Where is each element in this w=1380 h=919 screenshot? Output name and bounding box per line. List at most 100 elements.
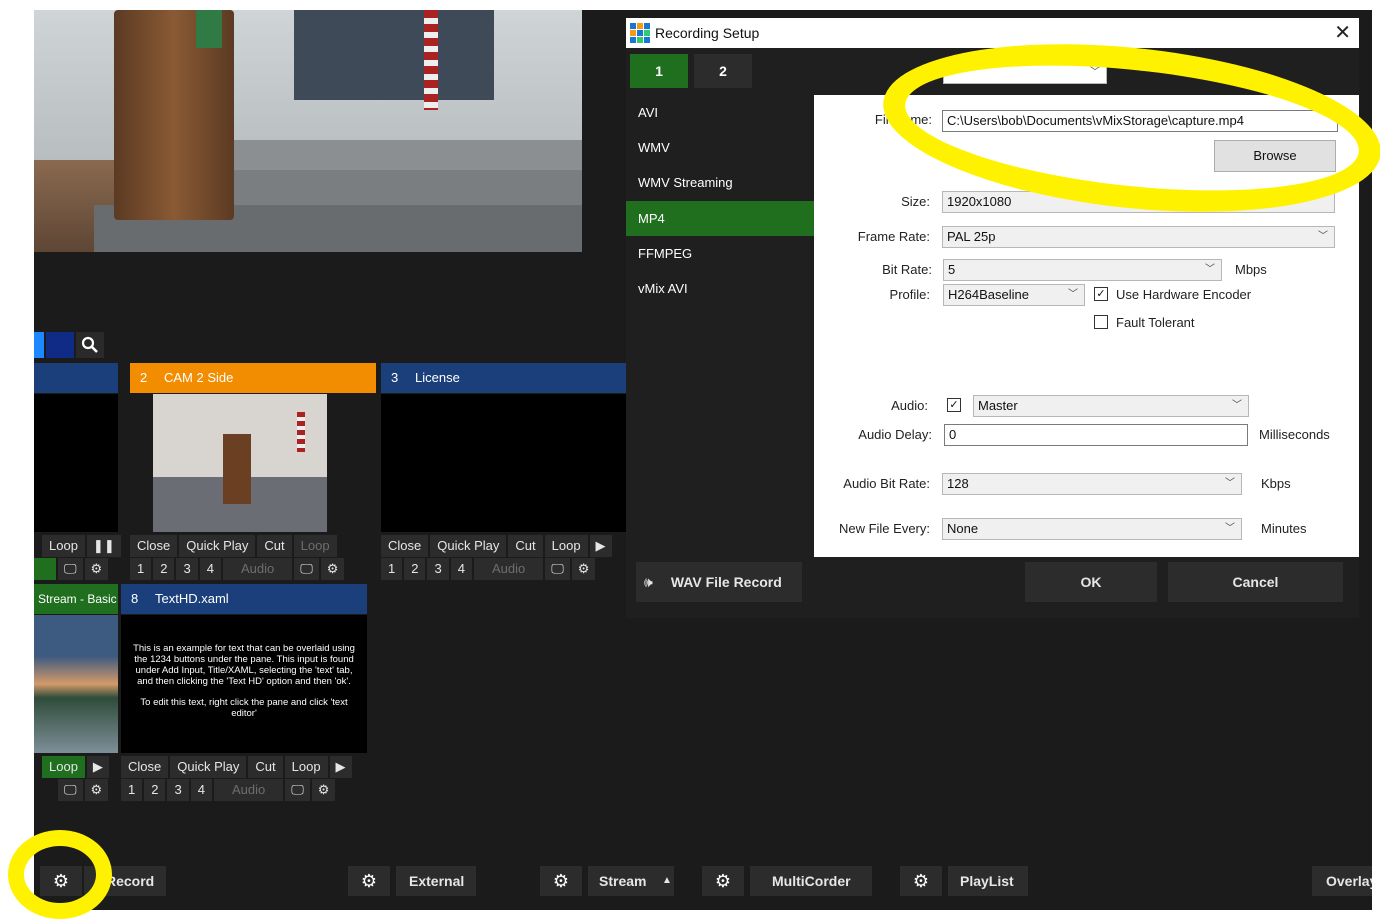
gear-icon[interactable]: ⚙	[311, 779, 336, 801]
active-indicator[interactable]	[34, 558, 56, 580]
fault-tolerant-checkbox[interactable]	[1094, 315, 1108, 329]
thumb-flag	[297, 412, 305, 452]
input-header-cam2[interactable]: 2 CAM 2 Side	[130, 363, 376, 393]
audio-bit-rate-dropdown[interactable]: 128 ﹀	[942, 473, 1242, 495]
overlay-4-button[interactable]: 4	[190, 779, 212, 801]
format-wmv-streaming[interactable]: WMV Streaming	[626, 165, 814, 200]
overlay-4-button[interactable]: 4	[450, 558, 472, 580]
multicorder-button[interactable]: MultiCorder	[750, 866, 872, 896]
stream-dropdown-icon[interactable]: ▲	[660, 866, 674, 896]
external-button[interactable]: External	[396, 866, 476, 896]
loop-button[interactable]: Loop	[544, 535, 588, 557]
quick-play-button[interactable]: Quick Play	[430, 535, 507, 557]
input-header-texthd[interactable]: 8 TextHD.xaml	[121, 584, 367, 614]
gear-icon[interactable]: ⚙	[84, 558, 109, 580]
vmix-app-icon	[630, 23, 650, 43]
input-header-stream[interactable]: Stream - Basic	[34, 584, 118, 614]
multicorder-settings-gear-icon[interactable]: ⚙	[702, 866, 744, 896]
loop-button[interactable]: Loop	[42, 756, 85, 778]
loop-button[interactable]: Loop	[293, 535, 337, 557]
overlay-2-button[interactable]: 2	[153, 558, 175, 580]
close-button[interactable]: Close	[381, 535, 429, 557]
monitor-icon[interactable]: 🖵	[58, 779, 83, 801]
input-thumbnail-texthd[interactable]: This is an example for text that can be …	[121, 615, 367, 753]
format-avi[interactable]: AVI	[626, 95, 814, 130]
pause-button[interactable]: ❚❚	[86, 535, 121, 557]
search-button[interactable]	[76, 332, 104, 358]
playlist-settings-gear-icon[interactable]: ⚙	[900, 866, 942, 896]
loop-button[interactable]: Loop	[284, 756, 328, 778]
format-mp4[interactable]: MP4	[626, 201, 814, 236]
loop-button[interactable]: Loop	[42, 535, 85, 557]
overlay-text-line1: This is an example for text that can be …	[133, 643, 355, 687]
overlay-button[interactable]: Overlay	[1312, 866, 1372, 896]
tab-recording-1[interactable]: 1	[630, 54, 688, 88]
close-icon[interactable]: ✕	[1334, 18, 1351, 48]
dialog-titlebar[interactable]: Recording Setup ✕	[626, 18, 1359, 48]
frame-rate-value: PAL 25p	[947, 229, 996, 244]
preview-output[interactable]	[34, 10, 582, 252]
format-wmv[interactable]: WMV	[626, 130, 814, 165]
overlay-1-button[interactable]: 1	[121, 779, 143, 801]
audio-delay-input[interactable]: 0	[944, 424, 1248, 446]
color-button[interactable]	[34, 332, 44, 358]
input-header[interactable]	[34, 363, 118, 393]
overlay-1-button[interactable]: 1	[381, 558, 403, 580]
audio-button[interactable]: Audio	[473, 558, 544, 580]
gear-icon[interactable]: ⚙	[320, 558, 345, 580]
new-file-every-dropdown[interactable]: None ﹀	[942, 518, 1242, 540]
format-ffmpeg[interactable]: FFMPEG	[626, 236, 814, 271]
wav-file-record-button[interactable]: 🕪 WAV File Record	[636, 562, 802, 602]
hardware-encoder-checkbox[interactable]: ✓	[1094, 287, 1108, 301]
ok-button[interactable]: OK	[1025, 562, 1157, 602]
close-button[interactable]: Close	[121, 756, 169, 778]
cut-button[interactable]: Cut	[257, 535, 292, 557]
new-file-every-value: None	[947, 521, 979, 536]
close-button[interactable]: Close	[130, 535, 178, 557]
overlay-3-button[interactable]: 3	[427, 558, 449, 580]
play-icon[interactable]: ▶	[589, 535, 612, 557]
dialog-title: Recording Setup	[655, 25, 760, 41]
monitor-icon[interactable]: 🖵	[58, 558, 83, 580]
stream-button[interactable]: Stream	[588, 866, 660, 896]
input-thumbnail-cam2[interactable]	[153, 394, 327, 532]
overlay-4-button[interactable]: 4	[199, 558, 221, 580]
input-thumbnail-license[interactable]	[381, 394, 627, 532]
monitor-icon[interactable]: 🖵	[294, 558, 319, 580]
play-icon[interactable]: ▶	[86, 756, 109, 778]
overlay-3-button[interactable]: 3	[167, 779, 189, 801]
cut-button[interactable]: Cut	[508, 535, 543, 557]
monitor-icon[interactable]: 🖵	[545, 558, 570, 580]
input-header-license[interactable]: 3 License	[381, 363, 627, 393]
bit-rate-dropdown[interactable]: 5 ﹀	[943, 259, 1222, 281]
profile-dropdown[interactable]: H264Baseline ﹀	[943, 284, 1085, 306]
quick-play-button[interactable]: Quick Play	[179, 535, 256, 557]
external-settings-gear-icon[interactable]: ⚙	[348, 866, 390, 896]
input-thumbnail[interactable]	[34, 394, 118, 532]
audio-button[interactable]: Audio	[222, 558, 293, 580]
overlay-2-button[interactable]: 2	[404, 558, 426, 580]
format-vmix-avi[interactable]: vMix AVI	[626, 271, 814, 306]
stream-settings-gear-icon[interactable]: ⚙	[540, 866, 582, 896]
monitor-icon[interactable]: 🖵	[285, 779, 310, 801]
audio-source-dropdown[interactable]: Master ﹀	[973, 395, 1249, 417]
frame-rate-dropdown[interactable]: PAL 25p ﹀	[942, 226, 1335, 248]
color-button[interactable]	[46, 332, 74, 358]
preview-cloth	[196, 10, 222, 48]
gear-icon[interactable]: ⚙	[84, 779, 109, 801]
play-icon[interactable]: ▶	[329, 756, 352, 778]
overlay-1-button[interactable]: 1	[130, 558, 152, 580]
gear-icon[interactable]: ⚙	[571, 558, 596, 580]
cut-button[interactable]: Cut	[248, 756, 283, 778]
overlay-2-button[interactable]: 2	[144, 779, 166, 801]
audio-checkbox[interactable]: ✓	[947, 398, 961, 412]
cancel-button[interactable]: Cancel	[1168, 562, 1343, 602]
audio-button[interactable]: Audio	[213, 779, 284, 801]
preview-flag	[424, 10, 438, 110]
overlay-3-button[interactable]: 3	[176, 558, 198, 580]
playlist-button[interactable]: PlayList	[948, 866, 1028, 896]
tab-recording-2[interactable]: 2	[694, 54, 752, 88]
quick-play-button[interactable]: Quick Play	[170, 756, 247, 778]
input-number: 2	[140, 370, 148, 385]
input-thumbnail-stream[interactable]	[34, 615, 118, 753]
